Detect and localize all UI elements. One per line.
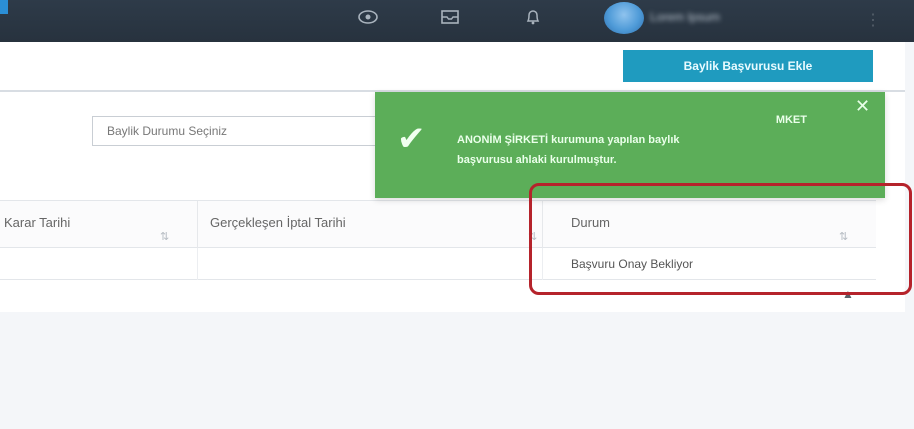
inbox-icon[interactable] [437, 8, 463, 32]
scroll-up-icon[interactable]: ▲ [842, 287, 858, 301]
eye-icon[interactable] [355, 8, 381, 32]
toast-message: MKET ANONİM ŞİRKETİ kurumuna yapılan bay… [457, 110, 867, 170]
main-content: Baylik Başvurusu Ekle Baylik Durumu Seçi… [0, 42, 914, 429]
column-header-label: Gerçekleşen İptal Tarihi [210, 215, 346, 230]
column-header-karar-tarihi[interactable]: Karar Tarihi ⇅ [0, 201, 198, 249]
inbox-icon-graphic [441, 10, 459, 24]
toast-message-line: ANONİM ŞİRKETİ kurumuna yapılan baylık [457, 134, 680, 146]
status-filter-select[interactable]: Baylik Durumu Seçiniz [92, 116, 392, 146]
menu-bars-icon[interactable]: ⋮ [865, 10, 905, 30]
user-name[interactable]: Lorem Ipsum [650, 10, 830, 26]
top-navbar: Lorem Ipsum ⋮ [0, 0, 914, 42]
table-header: Karar Tarihi ⇅ Gerçekleşen İptal Tarihi … [0, 200, 876, 249]
cell-durum: Başvuru Onay Bekliyor [571, 257, 694, 271]
add-application-button[interactable]: Baylik Başvurusu Ekle [623, 50, 873, 82]
success-toast: ✔ MKET ANONİM ŞİRKETİ kurumuna yapılan b… [375, 92, 885, 198]
column-header-label: Durum [571, 215, 611, 230]
table-row[interactable]: Başvuru Onay Bekliyor [0, 248, 876, 280]
checkmark-icon: ✔ [397, 120, 426, 158]
cell-karar-tarihi [0, 248, 198, 280]
bell-icon[interactable] [520, 8, 546, 32]
eye-icon-graphic [358, 10, 378, 24]
close-icon[interactable]: ✕ [855, 96, 870, 116]
toast-message-line: başvurusu ahlaki kurulmuştur. [457, 154, 617, 166]
column-header-gerceklesen-iptal-tarihi[interactable]: Gerçekleşen İptal Tarihi ⇅ [198, 201, 543, 249]
cell-iptal-tarihi [198, 248, 543, 280]
column-header-durum[interactable]: Durum ⇅ [543, 201, 876, 249]
brand-accent [0, 0, 8, 14]
bell-icon-graphic [526, 10, 540, 25]
avatar[interactable] [604, 2, 644, 34]
column-header-label: Karar Tarihi [4, 215, 71, 230]
toast-message-line: MKET [775, 114, 807, 126]
